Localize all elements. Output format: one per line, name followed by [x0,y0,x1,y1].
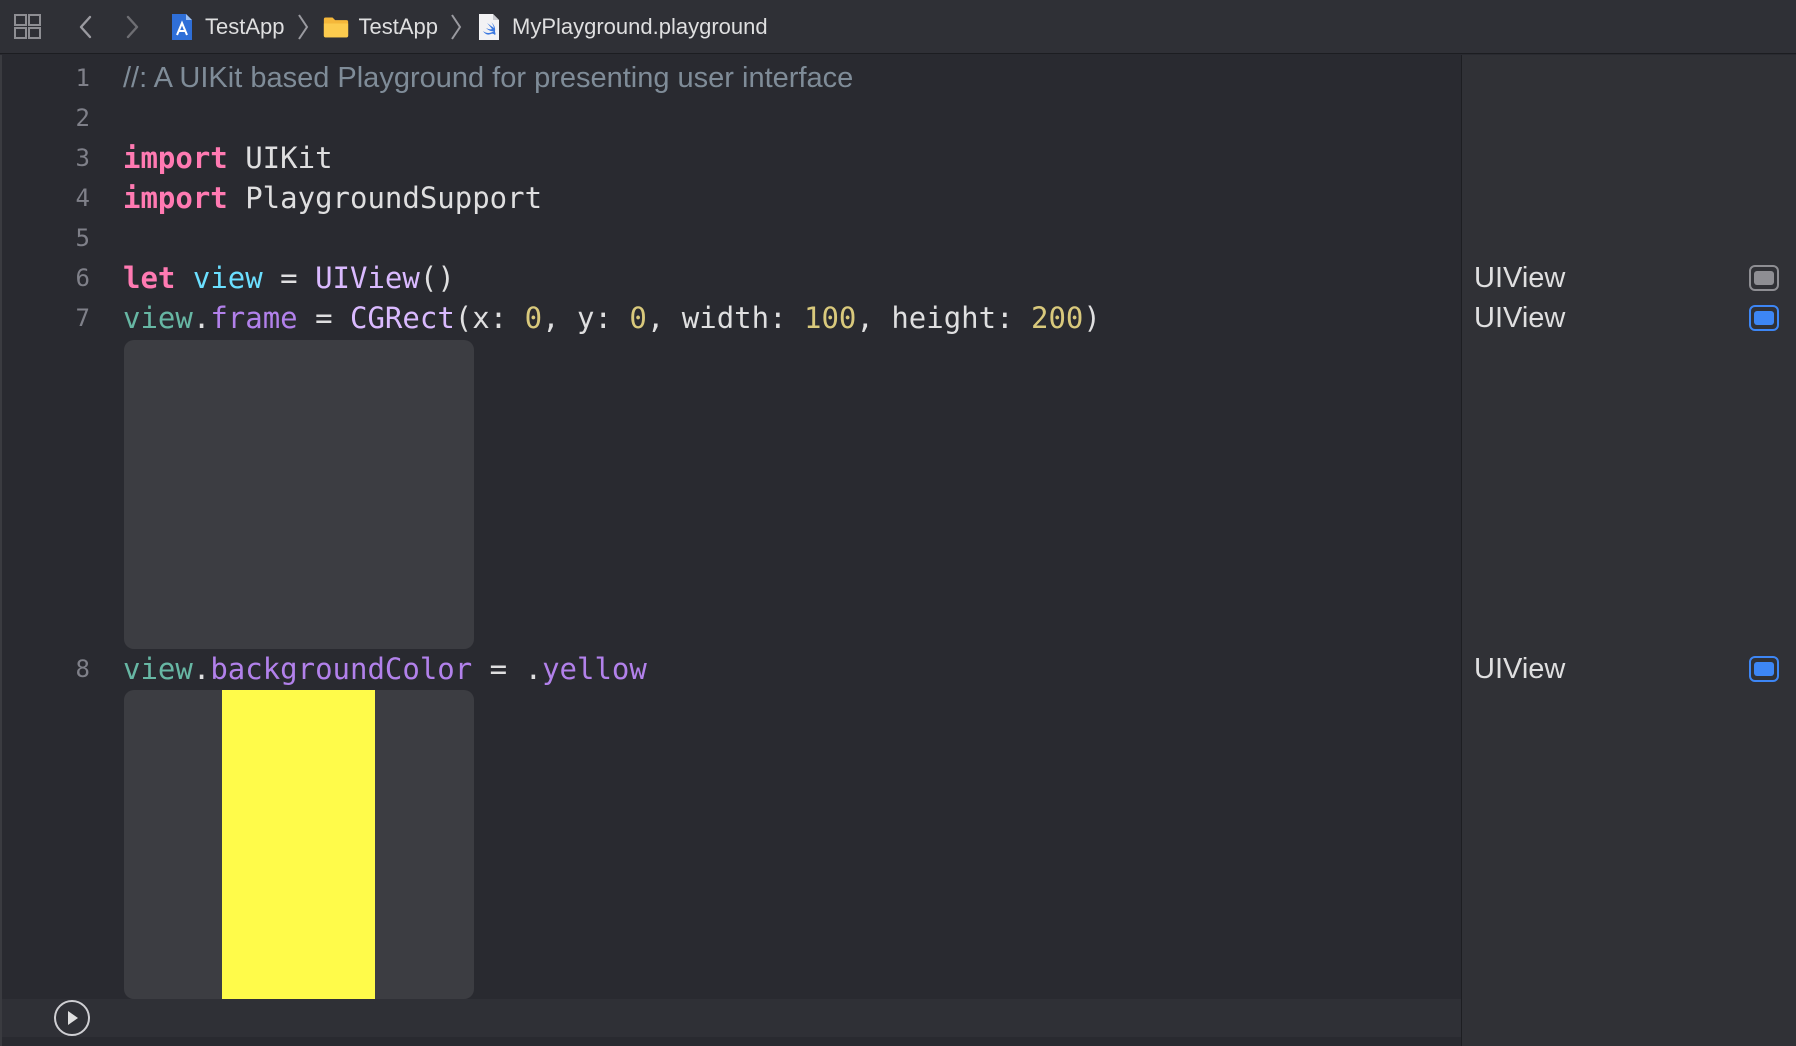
code-editor[interactable]: 1 //: A UIKit based Playground for prese… [0,55,1461,1046]
code-line[interactable]: 1 //: A UIKit based Playground for prese… [2,58,1461,98]
show-result-toggle-icon[interactable] [1749,656,1779,682]
line-number: 1 [75,64,90,92]
result-row-line-6: UIView [1462,258,1796,298]
number-literal: 0 [629,301,647,335]
code-line[interactable]: 2 [2,98,1461,138]
code-comment: //: A UIKit based Playground for present… [123,62,854,94]
number-literal: 100 [804,301,857,335]
line-number: 8 [75,655,90,683]
breadcrumb-label: TestApp [205,13,285,39]
result-value: UIView [1474,302,1566,334]
breadcrumb-label: TestApp [358,13,439,39]
variable-reference: view [123,301,193,335]
breadcrumb-separator-icon [295,12,311,42]
code-line[interactable]: 7 view.frame = CGRect(x: 0, y: 0, width:… [2,298,1461,338]
result-value: UIView [1474,262,1566,294]
type-name: CGRect [350,301,455,335]
assignment-operator: = [297,301,351,335]
breadcrumb-playground[interactable]: MyPlayground.playground [476,0,768,54]
result-row-line-7: UIView [1462,298,1796,338]
module-name: UIKit [227,141,333,175]
argument-label: (x: [454,301,525,335]
related-items-grid-icon[interactable] [9,8,47,46]
show-result-toggle-icon[interactable] [1749,265,1779,291]
code-line[interactable]: 3 import UIKit [2,138,1461,178]
code-line[interactable]: 5 [2,218,1461,258]
assignment-operator: = [472,652,525,686]
color-member: yellow [542,652,647,686]
breadcrumb-project[interactable]: TestApp [169,0,285,54]
line-number: 4 [75,184,90,212]
keyword-import: import [123,181,228,215]
play-icon [68,1011,78,1025]
member-dot: . [192,301,211,335]
result-value: UIView [1474,653,1566,685]
code-text: view.backgroundColor = .yellow [123,649,647,689]
jump-bar: TestApp TestApp MyPlayground.playground [0,0,1796,54]
results-sidebar: UIView UIView UIView [1461,55,1796,1046]
line-number: 5 [75,224,90,252]
member-dot: . [192,652,211,686]
breadcrumb: TestApp TestApp MyPlayground.playground [169,0,768,54]
xcode-project-icon [169,13,195,41]
assignment-operator: = [262,261,316,295]
variable-reference: view [123,652,193,686]
code-text: import PlaygroundSupport [123,178,542,218]
inline-result-preview-empty-view[interactable] [124,340,474,649]
line-number: 3 [75,144,90,172]
code-line[interactable]: 8 view.backgroundColor = .yellow [2,649,1461,689]
folder-icon [323,13,349,41]
breadcrumb-label: MyPlayground.playground [512,13,768,39]
number-literal: 200 [1031,301,1084,335]
member-dot: . [524,652,543,686]
line-number: 6 [75,264,90,292]
line-number: 7 [75,304,90,332]
line-number: 2 [75,104,90,132]
code-text: let view = UIView() [123,258,455,298]
closing-paren: ) [1083,301,1101,335]
swift-file-icon [476,13,502,41]
code-text: import UIKit [123,138,333,178]
property-name: backgroundColor [210,652,473,686]
debug-bar [2,999,1461,1037]
module-name: PlaygroundSupport [227,181,543,215]
breadcrumb-folder[interactable]: TestApp [323,0,439,54]
keyword-import: import [123,141,228,175]
xcode-playground-window: TestApp TestApp MyPlayground.playground … [0,0,1796,1046]
yellow-view-rendering [222,690,375,999]
run-playground-button[interactable] [54,1000,90,1036]
code-line[interactable]: 6 let view = UIView() [2,258,1461,298]
code-text: view.frame = CGRect(x: 0, y: 0, width: 1… [123,298,1101,338]
back-chevron-icon[interactable] [67,8,105,46]
call-parens: () [419,261,455,295]
breadcrumb-separator-icon [448,12,464,42]
property-name: frame [210,301,298,335]
forward-chevron-icon[interactable] [113,8,151,46]
inline-result-preview-yellow-view[interactable] [124,690,474,999]
code-line[interactable]: 4 import PlaygroundSupport [2,178,1461,218]
type-name: UIView [315,261,420,295]
argument-label: , height: [856,301,1032,335]
keyword-let: let [123,261,176,295]
number-literal: 0 [524,301,543,335]
argument-label: , y: [542,301,630,335]
result-row-line-8: UIView [1462,649,1796,689]
variable-declaration: view [192,261,263,295]
show-result-toggle-icon[interactable] [1749,305,1779,331]
argument-label: , width: [646,301,805,335]
